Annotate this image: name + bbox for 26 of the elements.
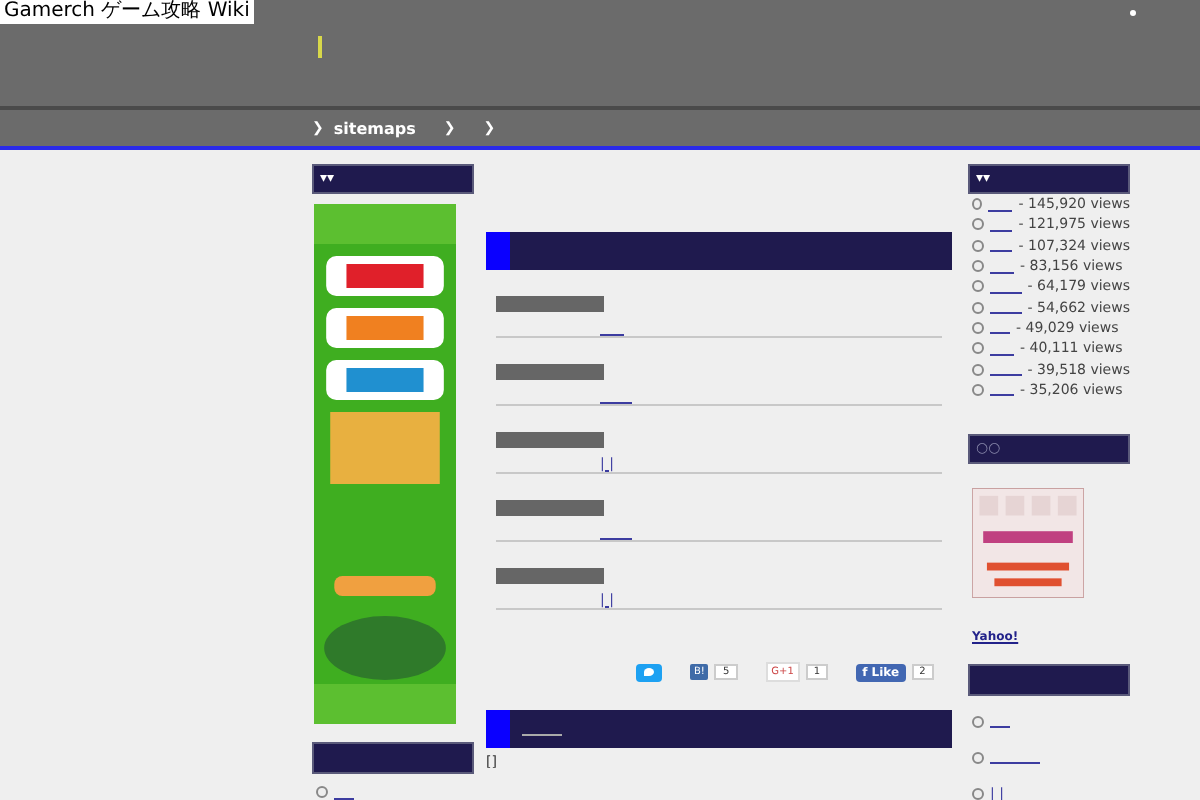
category-label: [496, 296, 604, 312]
bullet-icon: [972, 383, 984, 396]
bullet-icon: [972, 342, 984, 355]
dot-icon: [1130, 10, 1136, 16]
bullet-icon: [972, 751, 984, 764]
bird-icon: [644, 668, 654, 676]
bullet-icon: [972, 363, 984, 376]
bullet-icon: [972, 301, 984, 314]
category-label: [496, 432, 604, 448]
site-title[interactable]: Gamerch ゲーム攻略 Wiki: [0, 0, 254, 24]
bullet-icon: [972, 198, 983, 211]
bullet-icon: [316, 786, 328, 798]
square-icon: [486, 232, 510, 270]
category-label: [496, 568, 604, 584]
bullet-icon: [972, 280, 984, 293]
bullet-icon: [972, 239, 984, 252]
nav-link[interactable]: sitemaps: [333, 119, 416, 137]
bullet-icon: [972, 715, 984, 728]
bullet-icon: [972, 321, 984, 334]
square-icon: [486, 710, 510, 748]
category-label: [496, 500, 604, 516]
category-label: [496, 364, 604, 380]
bullet-icon: [972, 787, 984, 800]
bullet-icon: [972, 218, 984, 231]
bullet-icon: [972, 260, 984, 273]
tweet-button[interactable]: [636, 663, 662, 681]
